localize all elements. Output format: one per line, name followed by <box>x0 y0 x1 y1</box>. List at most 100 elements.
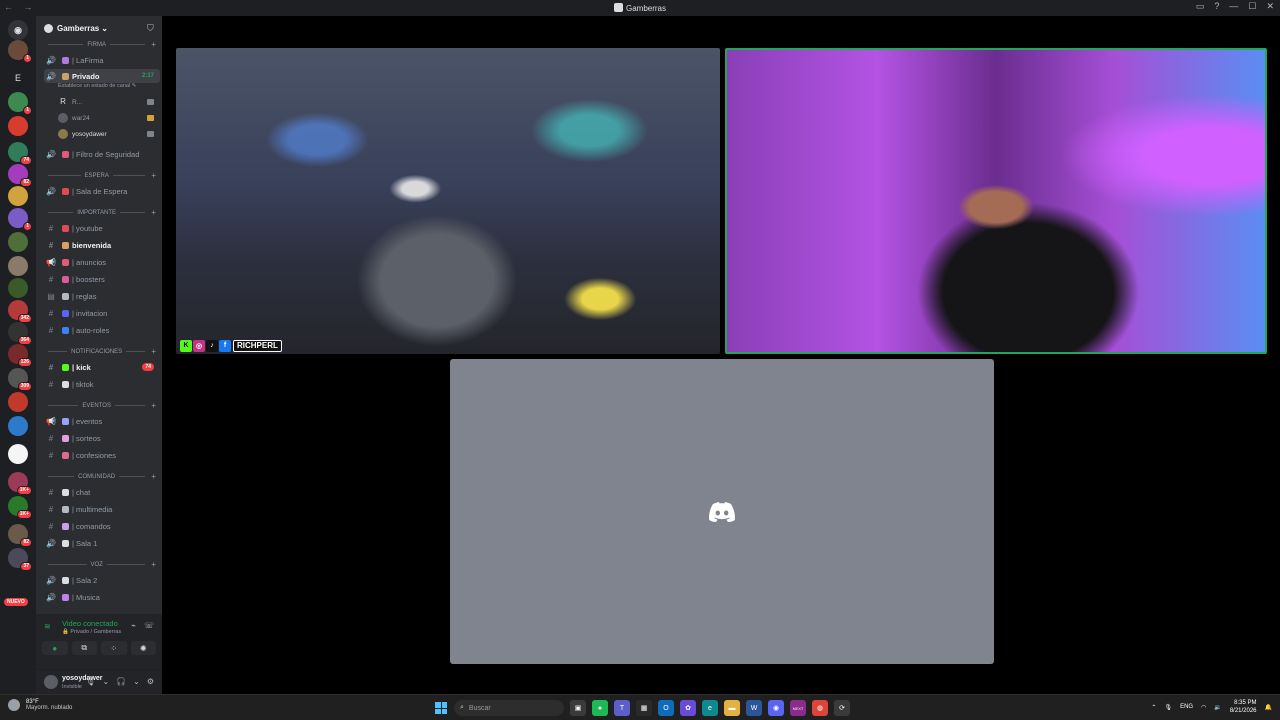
server-icon[interactable]: 1 <box>8 208 32 231</box>
category-header[interactable]: IMPORTANTE + <box>44 208 156 217</box>
minimize-button[interactable]: — <box>1229 1 1238 12</box>
add-channel-icon[interactable]: + <box>151 560 156 569</box>
camera-button[interactable]: ● <box>42 641 68 655</box>
taskbar-app-icon[interactable]: ⟳ <box>834 700 850 716</box>
add-channel-icon[interactable]: + <box>151 171 156 180</box>
server-icon[interactable]: 309 <box>8 368 32 391</box>
taskbar-app-icon[interactable]: O <box>658 700 674 716</box>
category-header[interactable]: EVENTOS + <box>44 401 156 410</box>
channel-item[interactable]: # | auto-roles <box>44 323 160 337</box>
close-button[interactable]: ✕ <box>1266 1 1274 12</box>
share-screen-button[interactable]: ⧉ <box>71 641 97 655</box>
channel-item[interactable]: 🔊 | LaFirma <box>44 53 160 67</box>
settings-icon[interactable]: ⚙ <box>147 677 154 686</box>
server-icon[interactable] <box>8 256 28 276</box>
channel-item[interactable]: # | kick 74 <box>44 360 160 374</box>
taskbar-app-icon[interactable]: ✿ <box>680 700 696 716</box>
language-indicator[interactable]: ENG <box>1180 704 1193 710</box>
channel-item[interactable]: # | comandos <box>44 519 160 533</box>
category-header[interactable]: FIRMA + <box>44 40 156 49</box>
server-e-button[interactable]: E <box>8 68 28 88</box>
add-channel-icon[interactable]: + <box>151 472 156 481</box>
add-member-icon[interactable]: ⛉ <box>147 23 156 33</box>
maximize-button[interactable]: ☐ <box>1248 1 1256 12</box>
server-icon[interactable]: 1K+ <box>8 472 32 495</box>
help-icon[interactable]: ? <box>1214 1 1219 12</box>
server-icon[interactable]: 82 <box>8 524 32 547</box>
channel-item[interactable]: # | sorteos <box>44 431 160 445</box>
category-header[interactable]: VOZ + <box>44 560 156 569</box>
channel-item[interactable]: ▤ | reglas <box>44 289 160 303</box>
category-header[interactable]: COMUNIDAD + <box>44 472 156 481</box>
voice-status[interactable]: Video conectado <box>62 619 118 628</box>
chevron-up-icon[interactable]: ⌃ <box>1151 704 1156 711</box>
microphone-icon[interactable]: 🎙 <box>85 677 95 686</box>
server-icon[interactable] <box>8 416 28 436</box>
taskbar-app-icon[interactable]: ◍ <box>812 700 828 716</box>
server-icon[interactable] <box>8 232 28 252</box>
category-header[interactable]: NOTIFICACIONES + <box>44 347 156 356</box>
channel-item[interactable]: 📢 | anuncios <box>44 255 160 269</box>
chevron-down-icon[interactable]: ⌄ <box>133 677 140 686</box>
channel-item[interactable]: # | chat <box>44 485 160 499</box>
taskbar-app-icon[interactable]: ▦ <box>636 700 652 716</box>
channel-item[interactable]: 📢 | eventos <box>44 414 160 428</box>
channel-item[interactable]: # | multimedia <box>44 502 160 516</box>
signal-icon[interactable]: ≋ <box>44 622 51 631</box>
soundboard-button[interactable]: ✺ <box>130 641 156 655</box>
server-icon[interactable] <box>8 392 28 412</box>
server-icon[interactable]: 37 <box>8 548 32 571</box>
channel-item[interactable]: # bienvenida <box>44 238 160 252</box>
taskbar-app-icon[interactable]: ● <box>592 700 608 716</box>
channel-item[interactable]: # | tiktok <box>44 377 160 391</box>
channel-item[interactable]: # | invitacion <box>44 306 160 320</box>
channel-item[interactable]: # | confesiones <box>44 448 160 462</box>
channel-item[interactable]: 🔊 Privado 2:17 <box>44 69 160 83</box>
server-icon[interactable]: 1K+ <box>8 496 32 519</box>
inbox-icon[interactable]: ▭ <box>1196 1 1205 12</box>
server-icon[interactable]: 82 <box>8 164 32 187</box>
channel-item[interactable]: 🔊 | Sala de Espera <box>44 184 160 198</box>
channel-item[interactable]: # | youtube <box>44 221 160 235</box>
chevron-down-icon[interactable]: ⌄ <box>102 677 109 686</box>
taskbar-app-icon[interactable]: ▣ <box>570 700 586 716</box>
video-tile-placeholder[interactable] <box>450 359 994 664</box>
discord-home-button[interactable]: ◉ <box>8 20 28 40</box>
channel-item[interactable]: 🔊 | Filtro de Seguridad <box>44 147 160 161</box>
server-icon[interactable]: 1 <box>8 92 32 115</box>
channel-item[interactable]: 🔊 | Sala 1 <box>44 536 160 550</box>
weather-widget[interactable]: 83°F Mayorm. nublado <box>8 699 72 711</box>
voice-channel-path[interactable]: 🔒 Privado / Gamberras <box>62 629 121 635</box>
taskbar-app-icon[interactable]: e <box>702 700 718 716</box>
video-tile-speaking[interactable] <box>725 48 1267 354</box>
channel-item[interactable]: 🔊 | Sala 2 <box>44 573 160 587</box>
channel-item[interactable]: 🔊 | Musica <box>44 590 160 604</box>
channel-item[interactable]: # | boosters <box>44 272 160 286</box>
activities-button[interactable]: ⁘ <box>101 641 127 655</box>
add-channel-icon[interactable]: + <box>151 401 156 410</box>
server-icon[interactable] <box>8 444 28 464</box>
taskbar-app-icon[interactable]: ▬ <box>724 700 740 716</box>
server-icon[interactable] <box>8 186 28 206</box>
voice-user[interactable]: yosoydawer <box>58 127 158 141</box>
clock[interactable]: 8:35 PM 8/21/2026 <box>1230 699 1257 715</box>
taskbar-app-icon[interactable]: T <box>614 700 630 716</box>
server-header[interactable]: Gamberras ⌄ <box>36 16 162 40</box>
notification-icon[interactable]: 🔔 <box>1265 704 1272 711</box>
server-icon[interactable]: 126 <box>8 344 32 367</box>
video-tile[interactable]: K ◎ ♪ f RICHPERL <box>176 48 720 354</box>
taskbar-app-icon[interactable]: W <box>746 700 762 716</box>
search-box[interactable]: ⌕ Buscar <box>454 700 564 716</box>
add-channel-icon[interactable]: + <box>151 347 156 356</box>
taskbar-app-icon[interactable]: ◉ <box>768 700 784 716</box>
server-icon[interactable] <box>8 278 28 298</box>
voice-user[interactable]: war24 <box>58 111 158 125</box>
volume-icon[interactable]: 🔉 <box>1214 704 1221 711</box>
start-button[interactable] <box>435 702 447 714</box>
headphones-icon[interactable]: 🎧 <box>116 677 126 686</box>
disconnect-icon[interactable]: ☏ <box>144 621 154 630</box>
server-icon[interactable]: 364 <box>8 322 32 345</box>
server-icon[interactable] <box>8 116 28 136</box>
add-channel-icon[interactable]: + <box>151 40 156 49</box>
noise-suppression-icon[interactable]: ⌁ <box>131 621 136 630</box>
